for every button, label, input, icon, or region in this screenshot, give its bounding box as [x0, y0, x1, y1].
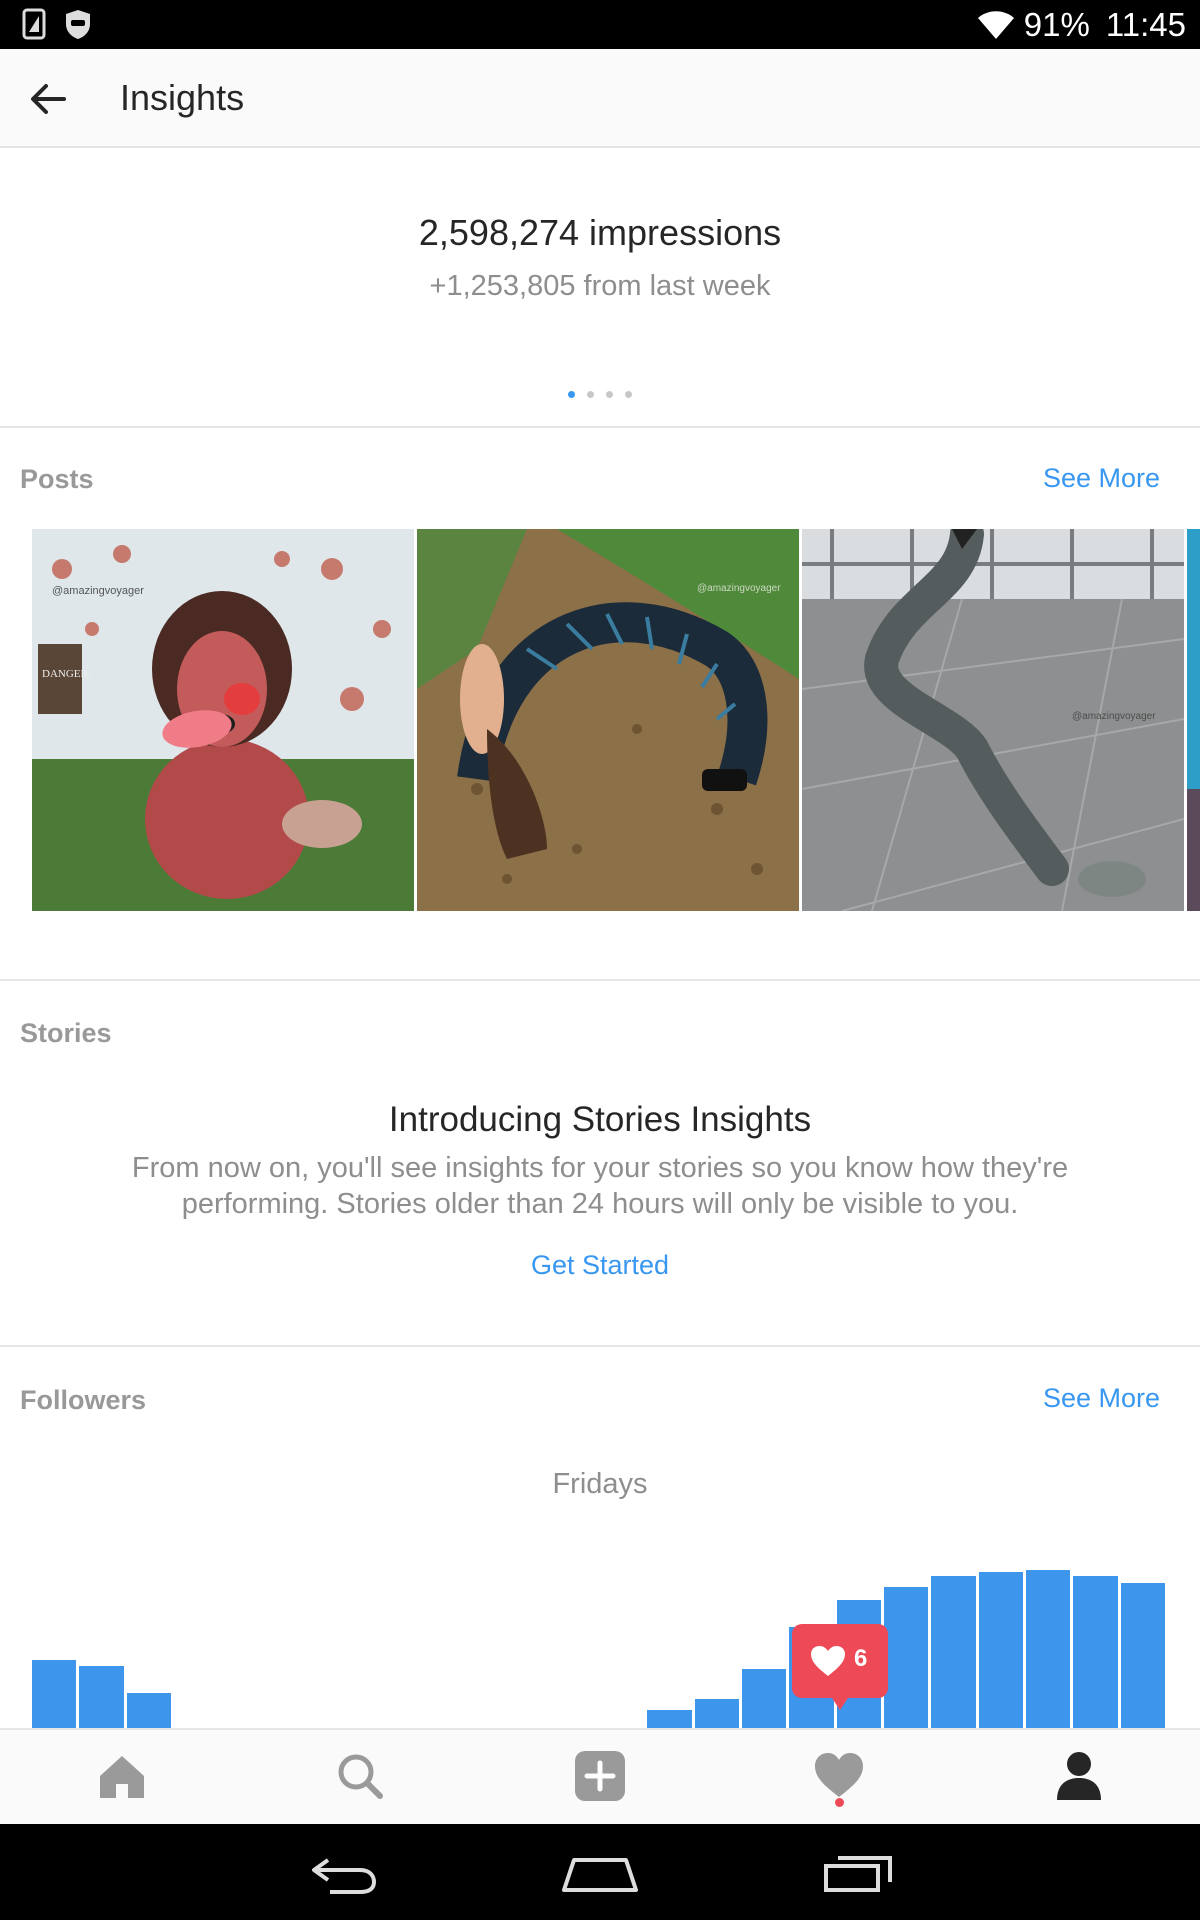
post-thumbnail[interactable] [1187, 529, 1200, 911]
page-title: Insights [120, 77, 245, 118]
contortion-photo: @amazingvoyager [417, 529, 799, 911]
posts-section-title: Posts [20, 464, 94, 494]
impressions-count: 2,598,274 impressions [418, 212, 782, 253]
page-dot [587, 391, 594, 398]
home-icon[interactable] [94, 1748, 150, 1804]
followers-see-more-button[interactable]: See More [1043, 1383, 1160, 1414]
popup-tail [828, 1692, 852, 1710]
search-icon[interactable] [332, 1748, 388, 1804]
followers-bar [978, 1571, 1023, 1728]
notification-count: 6 [854, 1645, 868, 1672]
clock: 11:45 [1105, 6, 1186, 43]
posts-carousel[interactable]: DANGER! @amazingvoyager @amazingvoyager … [32, 529, 1200, 911]
activity-notification-dot [835, 1798, 844, 1807]
followers-bar [742, 1668, 787, 1728]
profile-icon[interactable] [1051, 1748, 1107, 1804]
wifi-icon [977, 11, 1014, 39]
watermark-text: @amazingvoyager [697, 583, 781, 594]
recents-nav-icon[interactable] [822, 1850, 894, 1894]
add-post-icon[interactable] [572, 1748, 628, 1804]
page-dot [625, 391, 632, 398]
stories-insights-card: Introducing Stories Insights From now on… [0, 1092, 1200, 1281]
posts-see-more-button[interactable]: See More [1043, 463, 1160, 494]
notification-doc-icon [22, 8, 46, 40]
mermaid-photo: @amazingvoyager [802, 529, 1184, 911]
followers-bar [79, 1666, 124, 1728]
bottom-nav [0, 1728, 1200, 1826]
page-dot [606, 391, 613, 398]
section-divider [0, 1345, 1200, 1347]
post-thumbnail[interactable]: @amazingvoyager [802, 529, 1184, 911]
stories-heading: Introducing Stories Insights [388, 1100, 812, 1139]
back-nav-icon[interactable] [308, 1852, 380, 1896]
home-nav-icon[interactable] [562, 1854, 638, 1894]
stories-section-title: Stories [20, 1018, 112, 1048]
followers-day-label: Fridays [552, 1468, 648, 1500]
watermark-text: @amazingvoyager [1072, 711, 1156, 722]
app-bar: Insights [0, 49, 1200, 148]
battery-level: 91% [1023, 6, 1090, 43]
page-indicator [568, 391, 632, 398]
impressions-delta: +1,253,805 from last week [429, 270, 771, 302]
mask-icon [66, 10, 90, 39]
back-arrow-icon[interactable] [26, 77, 70, 121]
stories-body: From now on, you'll see insights for you… [131, 1152, 1069, 1220]
activity-notification-popup[interactable]: 6 [792, 1624, 888, 1710]
followers-bar [647, 1710, 692, 1728]
danger-sign-text: DANGER! [42, 668, 92, 680]
followers-bar [931, 1576, 976, 1728]
page-dot [568, 391, 575, 398]
activity-heart-icon[interactable] [811, 1748, 867, 1804]
status-bar: 91% 11:45 [0, 0, 1200, 49]
dog-photo: DANGER! @amazingvoyager [32, 529, 414, 911]
followers-bar-chart [0, 1560, 1200, 1728]
heart-icon [811, 1646, 845, 1676]
system-navigation-bar [0, 1824, 1200, 1920]
impressions-card[interactable]: 2,598,274 impressions +1,253,805 from la… [0, 148, 1200, 428]
followers-bar [1026, 1569, 1071, 1728]
peek-photo [1187, 529, 1200, 911]
post-thumbnail[interactable]: @amazingvoyager [417, 529, 799, 911]
followers-bar [884, 1587, 929, 1728]
followers-bar [1120, 1582, 1165, 1728]
section-divider [0, 979, 1200, 981]
followers-bar [32, 1659, 77, 1728]
post-thumbnail[interactable]: DANGER! @amazingvoyager [32, 529, 414, 911]
followers-bar [1073, 1576, 1118, 1728]
followers-bar [694, 1699, 739, 1728]
get-started-button[interactable]: Get Started [531, 1250, 669, 1281]
watermark-text: @amazingvoyager [52, 585, 144, 597]
followers-section-title: Followers [20, 1385, 147, 1415]
followers-bar [126, 1692, 171, 1728]
